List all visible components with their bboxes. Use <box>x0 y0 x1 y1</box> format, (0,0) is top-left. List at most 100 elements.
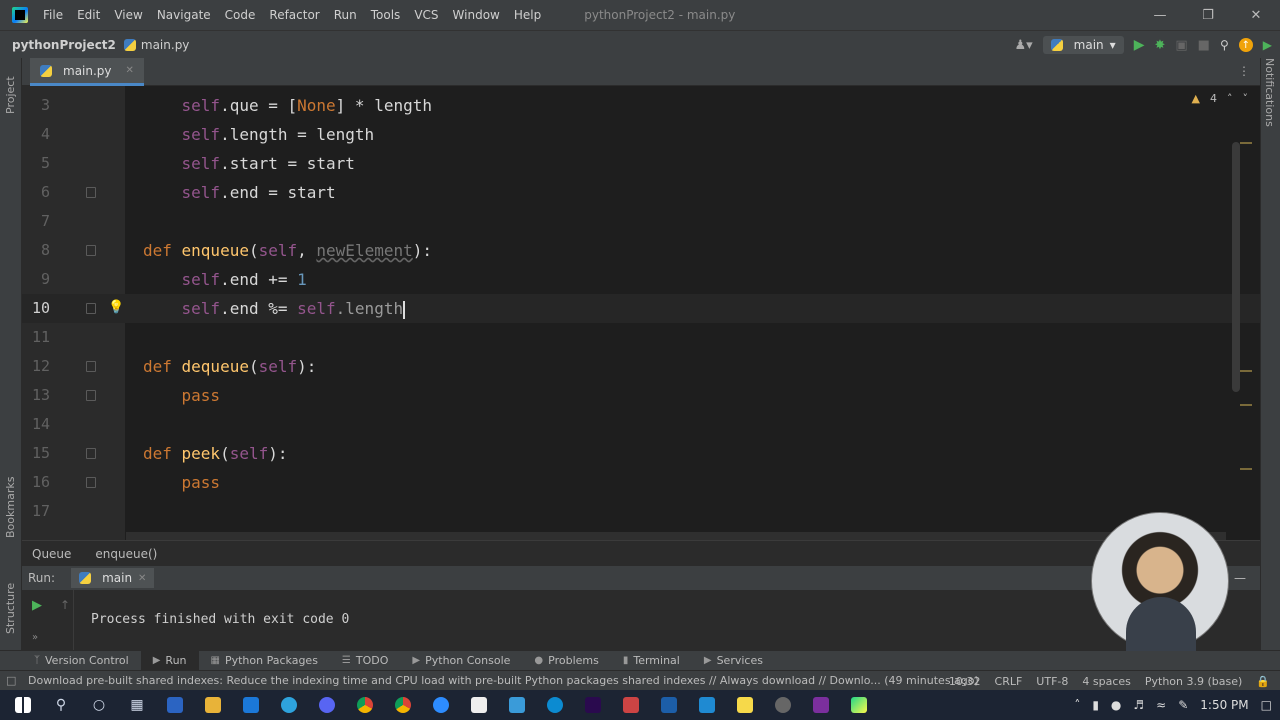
menu-code[interactable]: Code <box>218 8 263 22</box>
app-icon[interactable] <box>768 690 798 720</box>
fold-marker-icon[interactable] <box>86 187 96 198</box>
layout-icon[interactable]: □ <box>6 674 16 687</box>
status-message[interactable]: Download pre-built shared indexes: Reduc… <box>0 674 979 687</box>
fold-marker-icon[interactable] <box>86 477 96 488</box>
notifications-tool-button[interactable]: Notifications <box>1263 58 1276 127</box>
mail-icon[interactable] <box>236 690 266 720</box>
tab-python-packages[interactable]: ▦ Python Packages <box>199 651 330 671</box>
notification-center-icon[interactable]: □ <box>1261 698 1272 712</box>
tab-problems[interactable]: ● Problems <box>522 651 610 671</box>
code-editor[interactable]: ▲ 4 ˄ ˅ 3 self.que = [None] * length 4 self… <box>22 86 1260 540</box>
file-explorer-icon[interactable] <box>198 690 228 720</box>
scroll-up-icon[interactable]: ↑ <box>60 598 70 612</box>
python-interpreter[interactable]: Python 3.9 (base) <box>1145 675 1242 688</box>
breadcrumb-class[interactable]: Queue <box>32 547 71 561</box>
volume-icon[interactable]: ♬ <box>1133 698 1144 712</box>
menu-view[interactable]: View <box>107 8 149 22</box>
clock-time[interactable]: 1:50 PM <box>1200 698 1248 712</box>
minimize-panel-icon[interactable]: — <box>1234 571 1246 585</box>
warning-stripe-mark[interactable] <box>1240 142 1252 144</box>
debug-icon[interactable]: ✸ <box>1154 38 1165 53</box>
run-config-select[interactable]: main ▾ <box>1042 36 1124 54</box>
menu-refactor[interactable]: Refactor <box>262 8 326 22</box>
chrome-alt-icon[interactable] <box>388 690 418 720</box>
minimize-icon[interactable]: — <box>1136 0 1184 30</box>
bookmarks-tool-button[interactable]: Bookmarks <box>4 477 17 538</box>
search-icon[interactable]: ⚲ <box>1220 38 1229 52</box>
sticky-notes-icon[interactable] <box>730 690 760 720</box>
coverage-icon[interactable]: ▣ <box>1175 38 1187 53</box>
calculator-icon[interactable] <box>160 690 190 720</box>
menu-file[interactable]: File <box>36 8 70 22</box>
zoom-icon[interactable] <box>426 690 456 720</box>
caret-position[interactable]: 10:32 <box>949 675 981 688</box>
project-tool-button[interactable]: Project <box>4 76 17 114</box>
breadcrumb-method[interactable]: enqueue() <box>95 547 157 561</box>
tab-services[interactable]: ▶ Services <box>692 651 775 671</box>
menu-run[interactable]: Run <box>327 8 364 22</box>
ide-logo-icon[interactable]: ▶ <box>1263 38 1272 52</box>
warning-stripe-mark[interactable] <box>1240 404 1252 406</box>
premiere-icon[interactable] <box>578 690 608 720</box>
run-icon[interactable]: ▶ <box>1134 37 1145 53</box>
stop-icon[interactable]: ■ <box>1198 38 1210 53</box>
more-tabs-icon[interactable]: ⋮ <box>1238 64 1250 78</box>
battery-icon[interactable]: ▮ <box>1092 698 1099 712</box>
rerun-icon[interactable]: ▶ <box>32 598 42 613</box>
chrome-icon[interactable] <box>350 690 380 720</box>
file-encoding[interactable]: UTF-8 <box>1036 675 1068 688</box>
edge-icon[interactable] <box>540 690 570 720</box>
menu-tools[interactable]: Tools <box>364 8 408 22</box>
onenote-icon[interactable] <box>806 690 836 720</box>
chevron-up-icon[interactable]: ˄ <box>1074 698 1080 712</box>
discord-icon[interactable] <box>312 690 342 720</box>
menu-navigate[interactable]: Navigate <box>150 8 218 22</box>
warning-stripe-mark[interactable] <box>1240 468 1252 470</box>
more-actions-icon[interactable]: » <box>32 632 38 643</box>
vscode-icon[interactable] <box>692 690 722 720</box>
restore-icon[interactable]: ❐ <box>1184 0 1232 30</box>
notion-icon[interactable] <box>464 690 494 720</box>
tab-todo[interactable]: ☰ TODO <box>330 651 400 671</box>
close-icon[interactable]: ✕ <box>1232 0 1280 30</box>
cortana-icon[interactable]: ○ <box>84 690 114 720</box>
app-icon[interactable] <box>654 690 684 720</box>
microphone-icon[interactable]: ● <box>1111 698 1121 712</box>
fold-marker-icon[interactable] <box>86 448 96 459</box>
telegram-icon[interactable] <box>274 690 304 720</box>
run-tab-main[interactable]: main ✕ <box>71 568 155 588</box>
fold-marker-icon[interactable] <box>86 361 96 372</box>
search-icon[interactable]: ⚲ <box>46 690 76 720</box>
warning-stripe-mark[interactable] <box>1240 370 1252 372</box>
menu-help[interactable]: Help <box>507 8 548 22</box>
close-tab-icon[interactable]: ✕ <box>138 573 146 584</box>
line-separator[interactable]: CRLF <box>995 675 1023 688</box>
windows-start-icon[interactable] <box>8 690 38 720</box>
lock-icon[interactable]: 🔒 <box>1256 675 1270 688</box>
app-icon[interactable] <box>502 690 532 720</box>
task-view-icon[interactable]: ▦ <box>122 690 152 720</box>
run-console[interactable]: ▶ ↑ » Process finished with exit code 0 <box>22 590 1260 650</box>
fold-marker-icon[interactable] <box>86 390 96 401</box>
fold-marker-icon[interactable] <box>86 303 96 314</box>
tab-terminal[interactable]: ▮ Terminal <box>611 651 692 671</box>
structure-tool-button[interactable]: Structure <box>4 583 17 634</box>
lightbulb-icon[interactable]: 💡 <box>108 300 124 315</box>
editor-vertical-scrollbar[interactable] <box>1232 142 1240 392</box>
pycharm-icon[interactable] <box>844 690 874 720</box>
wifi-icon[interactable]: ≈ <box>1156 698 1166 712</box>
tab-run[interactable]: ▶ Run <box>140 650 199 671</box>
editor-horizontal-scrollbar[interactable] <box>126 532 1226 540</box>
menu-window[interactable]: Window <box>446 8 507 22</box>
indent-setting[interactable]: 4 spaces <box>1082 675 1131 688</box>
update-icon[interactable]: ↑ <box>1238 38 1253 52</box>
menu-vcs[interactable]: VCS <box>407 8 445 22</box>
tab-main-py[interactable]: main.py ✕ <box>30 58 144 86</box>
tab-version-control[interactable]: ᛉ Version Control <box>22 651 141 671</box>
file-crumb[interactable]: main.py <box>123 38 189 52</box>
tab-python-console[interactable]: ▶ Python Console <box>400 651 522 671</box>
app-icon[interactable] <box>616 690 646 720</box>
menu-edit[interactable]: Edit <box>70 8 107 22</box>
user-icon[interactable]: ♟▾ <box>1014 38 1032 53</box>
pen-icon[interactable]: ✎ <box>1178 698 1188 712</box>
